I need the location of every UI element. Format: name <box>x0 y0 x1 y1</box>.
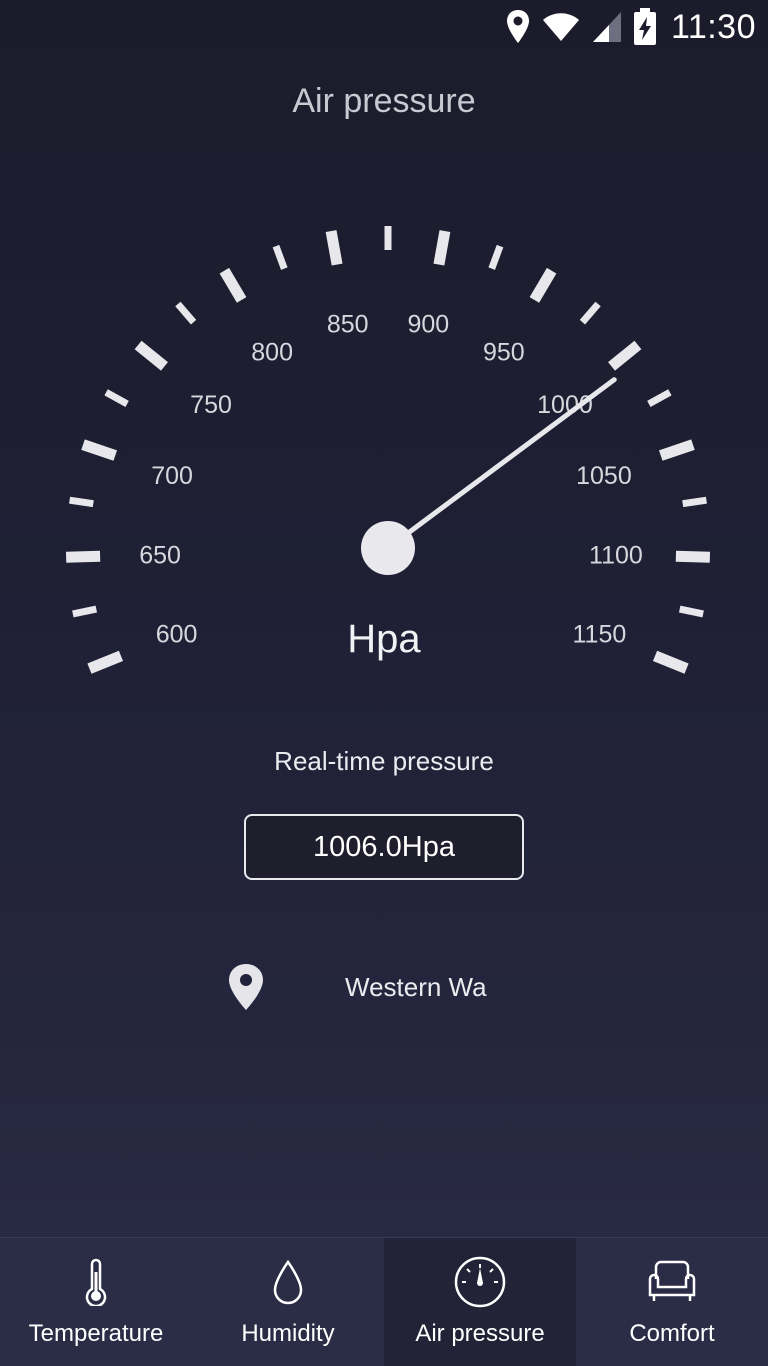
status-bar: 11:30 <box>0 0 768 54</box>
nav-label-temperature: Temperature <box>28 1320 164 1347</box>
gauge-minor-tick <box>72 605 98 618</box>
bottom-nav: Temperature Humidity Air pressure Comfor… <box>0 1237 768 1366</box>
gauge-ticks <box>65 226 711 674</box>
pressure-value-box: 1006.0Hpa <box>244 814 524 880</box>
gauge-minor-tick <box>579 301 601 325</box>
gauge-major-tick <box>65 550 101 563</box>
gauge-minor-tick <box>272 244 288 270</box>
gauge-minor-tick <box>488 244 504 270</box>
gauge-minor-tick <box>175 301 197 325</box>
gauge-tick-label: 900 <box>407 311 449 339</box>
gauge-major-tick <box>325 230 343 266</box>
wifi-icon <box>542 13 579 41</box>
battery-charging-icon <box>633 8 656 45</box>
gauge-tick-label: 750 <box>190 391 232 419</box>
gauge-labels: 600650700750800850 9009501000105011001150 <box>139 311 643 649</box>
nav-item-temperature[interactable]: Temperature <box>0 1238 192 1366</box>
page-title: Air pressure <box>292 82 476 120</box>
gauge-major-tick <box>219 267 247 303</box>
gauge-tick-label: 850 <box>327 311 369 339</box>
armchair-icon <box>644 1254 700 1310</box>
gauge-tick-label: 800 <box>251 339 293 367</box>
gauge-minor-tick <box>104 389 129 408</box>
gauge-major-tick <box>675 550 711 563</box>
gauge-tick-label: 600 <box>156 620 198 648</box>
gauge-major-tick <box>529 267 557 303</box>
location-pin-icon <box>506 10 529 43</box>
gauge-icon <box>452 1254 508 1310</box>
signal-icon <box>592 12 621 42</box>
realtime-pressure-label: Real-time pressure <box>274 746 494 776</box>
gauge-tick-label: 1150 <box>573 620 627 648</box>
gauge-major-tick <box>608 340 642 371</box>
gauge-tick-label: 1050 <box>576 462 632 490</box>
gauge-hub <box>361 521 415 575</box>
thermometer-icon <box>68 1254 124 1310</box>
location-name: Western Wa <box>345 972 487 1002</box>
gauge-major-tick <box>652 650 689 674</box>
gauge-tick-label: 650 <box>139 542 181 570</box>
status-icons: 11:30 <box>505 6 756 48</box>
gauge-minor-tick <box>69 496 94 508</box>
gauge-tick-label: 1100 <box>589 542 643 570</box>
gauge-minor-tick <box>678 605 704 618</box>
nav-label-air-pressure: Air pressure <box>415 1320 545 1347</box>
location-row: Western Wa <box>0 960 768 1016</box>
gauge-major-tick <box>658 439 695 461</box>
gauge-major-tick <box>134 340 168 371</box>
droplet-icon <box>260 1254 316 1310</box>
nav-item-comfort[interactable]: Comfort <box>576 1238 768 1366</box>
nav-item-humidity[interactable]: Humidity <box>192 1238 384 1366</box>
gauge-major-tick <box>87 650 124 674</box>
location-pin-icon <box>229 964 263 1010</box>
gauge-major-tick <box>81 439 118 461</box>
gauge-unit-label: Hpa <box>347 617 421 661</box>
gauge-major-tick <box>433 230 451 266</box>
pressure-value: 1006.0Hpa <box>313 830 455 863</box>
gauge-tick-label: 700 <box>151 462 193 490</box>
status-time: 11:30 <box>670 7 756 46</box>
nav-label-humidity: Humidity <box>241 1320 335 1347</box>
gauge-tick-label: 950 <box>483 339 525 367</box>
gauge-minor-tick <box>682 496 707 508</box>
gauge-minor-tick <box>647 389 672 408</box>
pressure-gauge: 600650700750800850 9009501000105011001150… <box>65 226 711 674</box>
nav-label-comfort: Comfort <box>629 1320 715 1347</box>
nav-item-air-pressure[interactable]: Air pressure <box>384 1238 576 1366</box>
